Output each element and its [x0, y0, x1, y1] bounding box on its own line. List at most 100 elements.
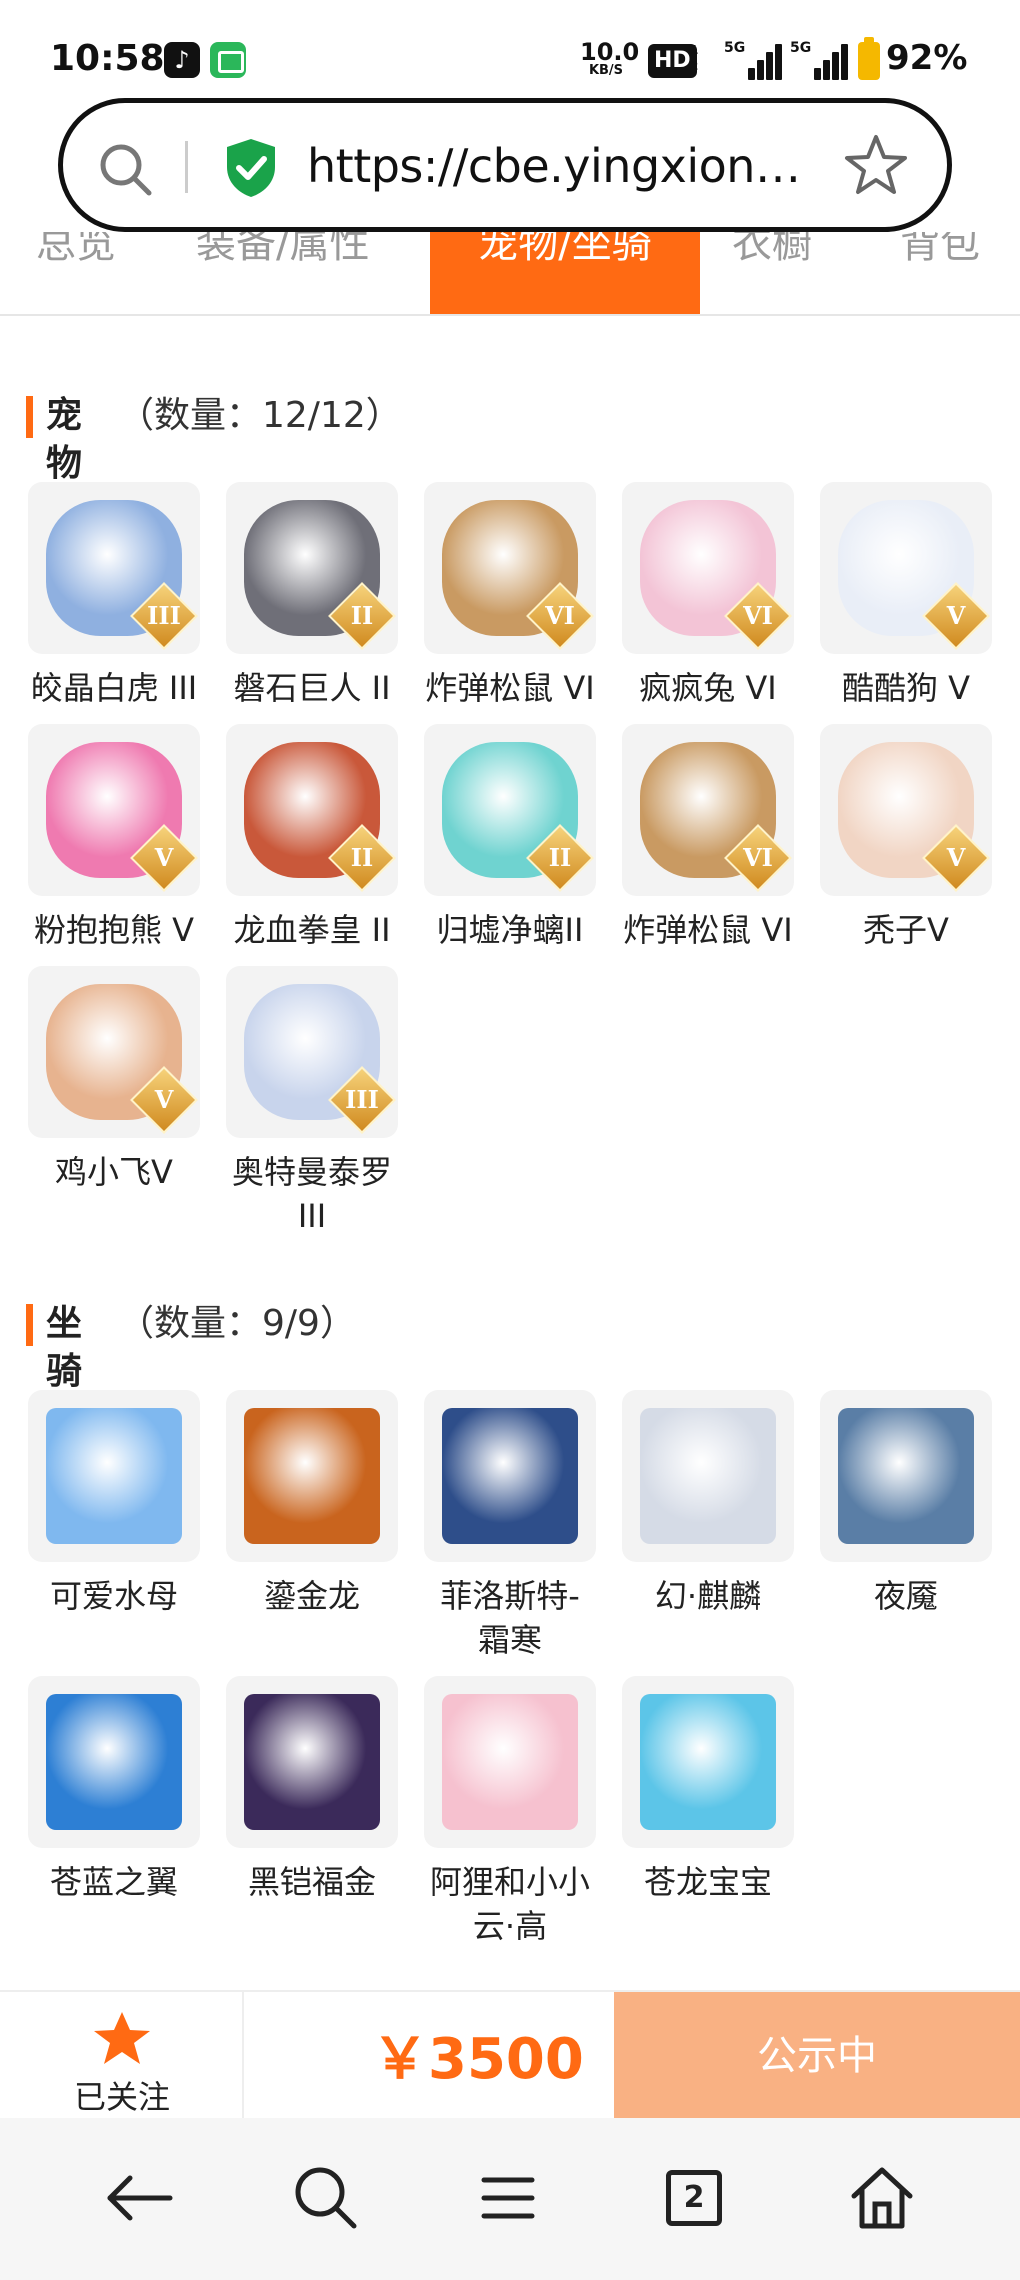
item-thumbnail: V — [28, 724, 200, 896]
item-name: 酷酷狗 V — [841, 669, 971, 707]
star-filled-icon — [94, 2012, 150, 2064]
item-thumbnail: II — [226, 724, 398, 896]
item-artwork — [244, 1694, 380, 1830]
status-time: 10:58 — [50, 38, 165, 79]
notice-button[interactable]: 公示中 — [614, 1992, 1020, 2120]
item-artwork — [442, 1694, 578, 1830]
item-artwork — [46, 1694, 182, 1830]
item-thumbnail: V — [28, 966, 200, 1138]
item-thumbnail — [622, 1390, 794, 1562]
bookmark-star-icon[interactable] — [841, 131, 911, 201]
message-icon — [210, 42, 246, 78]
tab-equipment[interactable]: 装备/属性 — [196, 232, 369, 314]
signal-1-label: 5G — [724, 40, 746, 56]
item-name: 苍蓝之翼 — [49, 1863, 178, 1901]
pets-title: 宠物 — [46, 395, 83, 484]
item-thumbnail — [820, 1390, 992, 1562]
tier-badge-label: V — [946, 601, 966, 630]
item-thumbnail — [424, 1676, 596, 1848]
item-artwork — [640, 1408, 776, 1544]
tab-overview[interactable]: 总览 — [36, 232, 116, 314]
follow-button[interactable]: 已关注 — [0, 1992, 244, 2120]
pets-count: （数量：12/12） — [118, 395, 402, 436]
item-name: 黑铠福金 — [247, 1863, 376, 1901]
item-name: 粉抱抱熊 V — [33, 911, 195, 949]
item-thumbnail: VI — [622, 482, 794, 654]
browser-nav-bar: 2 — [0, 2118, 1020, 2280]
tier-badge-label: II — [350, 843, 374, 872]
tabs-icon[interactable]: 2 — [656, 2158, 736, 2238]
mounts-title: 坐骑 — [46, 1303, 83, 1392]
network-speed: 10.0 KB/S — [580, 38, 640, 77]
url-text[interactable]: https://cbe.yingxiong.c... — [307, 139, 827, 193]
item-thumbnail: II — [424, 724, 596, 896]
tier-badge-label: III — [147, 601, 181, 630]
item-thumbnail — [622, 1676, 794, 1848]
signal-icon-2: 5G — [790, 40, 852, 80]
tier-badge-label: V — [154, 1085, 174, 1114]
tab-backpack[interactable]: 背包 — [900, 232, 980, 314]
price: ￥3500 — [372, 2027, 584, 2092]
back-icon[interactable] — [100, 2158, 180, 2238]
tier-badge-label: II — [548, 843, 572, 872]
tab-pets-mounts[interactable]: 宠物/坐骑 — [430, 232, 700, 314]
item-artwork — [244, 1408, 380, 1544]
tier-badge-label: VI — [743, 601, 773, 630]
search-icon[interactable] — [286, 2158, 366, 2238]
item-name: 皎晶白虎 III — [30, 669, 198, 707]
item-name: 幻·麒麟 — [654, 1577, 762, 1615]
item-name: 苍龙宝宝 — [643, 1863, 772, 1901]
item-thumbnail — [226, 1390, 398, 1562]
item-thumbnail — [226, 1676, 398, 1848]
tier-badge-label: II — [350, 601, 374, 630]
item-name: 炸弹松鼠 VI — [623, 911, 793, 949]
search-icon[interactable] — [95, 139, 155, 199]
home-icon[interactable] — [842, 2158, 922, 2238]
follow-label: 已关注 — [73, 2078, 170, 2116]
item-name: 归墟净螭II — [436, 911, 584, 949]
item-name: 秃子V — [863, 911, 949, 949]
item-name: 可爱水母 — [49, 1577, 178, 1615]
address-bar[interactable]: https://cbe.yingxiong.c... — [58, 98, 952, 232]
item-name: 龙血拳皇 II — [233, 911, 391, 949]
battery-level: 92% — [886, 38, 968, 78]
item-name: 阿狸和小小 云·高 — [429, 1863, 590, 1945]
secure-shield-icon[interactable] — [223, 137, 279, 199]
item-artwork — [838, 1408, 974, 1544]
item-thumbnail: II — [226, 482, 398, 654]
item-name: 夜魇 — [873, 1577, 938, 1615]
item-name: 炸弹松鼠 VI — [425, 669, 595, 707]
menu-icon[interactable] — [468, 2158, 548, 2238]
tier-badge-label: VI — [545, 601, 575, 630]
tab-strip: 总览 装备/属性 宠物/坐骑 衣橱 背包 — [0, 232, 1020, 316]
item-thumbnail: V — [820, 724, 992, 896]
item-thumbnail: III — [28, 482, 200, 654]
item-artwork — [46, 1408, 182, 1544]
tab-wardrobe[interactable]: 衣橱 — [732, 232, 812, 314]
item-thumbnail — [28, 1676, 200, 1848]
signal-2-label: 5G — [790, 40, 812, 56]
tier-badge-label: V — [946, 843, 966, 872]
section-accent — [26, 1304, 33, 1346]
item-name: 鎏金龙 — [263, 1577, 360, 1615]
item-name: 奥特曼泰罗 III — [231, 1153, 392, 1235]
item-name: 鸡小飞V — [55, 1153, 173, 1191]
item-thumbnail: III — [226, 966, 398, 1138]
net-speed-value: 10.0 — [580, 38, 640, 66]
tier-badge-label: VI — [743, 843, 773, 872]
item-name: 菲洛斯特- 霜寒 — [440, 1577, 580, 1659]
item-thumbnail — [424, 1390, 596, 1562]
purchase-bar: 已关注 ￥3500 公示中 — [0, 1990, 1020, 2120]
tier-badge-label: V — [154, 843, 174, 872]
item-name: 磐石巨人 II — [233, 669, 391, 707]
hd-sub-label: 12 — [690, 43, 699, 73]
battery-icon — [858, 37, 880, 80]
mounts-count: （数量：9/9） — [118, 1303, 356, 1344]
item-thumbnail: VI — [622, 724, 794, 896]
item-artwork — [442, 1408, 578, 1544]
tiktok-icon: ♪ — [164, 42, 200, 78]
item-thumbnail — [28, 1390, 200, 1562]
item-artwork — [640, 1694, 776, 1830]
address-divider — [185, 141, 188, 193]
tier-badge-label: III — [345, 1085, 379, 1114]
